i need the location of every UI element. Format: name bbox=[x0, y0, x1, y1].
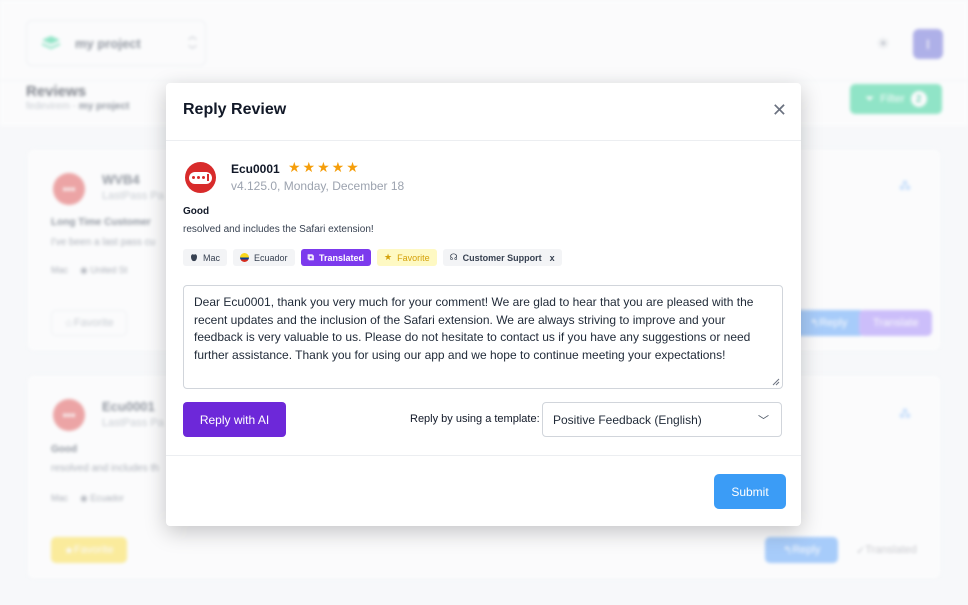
template-select[interactable]: Positive Feedback (English) ﹀ bbox=[542, 402, 782, 437]
tag-country: Ecuador bbox=[233, 249, 295, 266]
tag-os: Mac bbox=[183, 249, 228, 266]
star-icon: ★ bbox=[384, 252, 393, 262]
ecuador-flag-icon bbox=[240, 253, 250, 262]
submit-button[interactable]: Submit bbox=[714, 474, 786, 509]
review-title: Good bbox=[183, 206, 210, 217]
review-meta: v4.125.0, Monday, December 18 bbox=[231, 179, 404, 193]
reply-with-ai-button[interactable]: Reply with AI bbox=[183, 402, 286, 437]
tag-customer-support[interactable]: ☊ Customer Support x bbox=[442, 249, 562, 266]
remove-tag-icon[interactable]: x bbox=[550, 253, 555, 263]
review-body: resolved and includes the Safari extensi… bbox=[183, 224, 374, 235]
app-version: v4.125.0, bbox=[231, 179, 281, 193]
lastpass-logo-icon bbox=[189, 171, 212, 184]
reviewer-avatar bbox=[185, 162, 216, 193]
template-selected-value: Positive Feedback (English) bbox=[553, 412, 702, 427]
chevron-down-icon: ﹀ bbox=[758, 415, 769, 427]
headset-icon: ☊ bbox=[449, 252, 458, 262]
modal-header: Reply Review ✕ bbox=[166, 83, 801, 141]
reviewer-name: Ecu0001 bbox=[231, 162, 280, 176]
reply-textarea[interactable]: Dear Ecu0001, thank you very much for yo… bbox=[183, 285, 783, 389]
review-date: Monday, December 18 bbox=[283, 179, 405, 193]
star-rating: ★★★★★ bbox=[288, 159, 361, 175]
tag-favorite[interactable]: ★ Favorite bbox=[377, 249, 437, 266]
apple-icon bbox=[191, 254, 197, 262]
tag-translated[interactable]: ⧉ Translated bbox=[300, 249, 372, 266]
close-icon[interactable]: ✕ bbox=[772, 101, 787, 119]
resize-grip-icon[interactable] bbox=[772, 378, 780, 386]
modal-title: Reply Review bbox=[183, 101, 287, 118]
modal-divider bbox=[166, 455, 801, 456]
template-label: Reply by using a template: bbox=[410, 413, 540, 425]
reply-review-modal: Reply Review ✕ Ecu0001 ★★★★★ v4.125.0, M… bbox=[166, 83, 801, 526]
translate-icon: ⧉ bbox=[307, 252, 314, 262]
review-tags: Mac Ecuador ⧉ Translated ★ Favorite ☊ Cu… bbox=[183, 249, 562, 266]
